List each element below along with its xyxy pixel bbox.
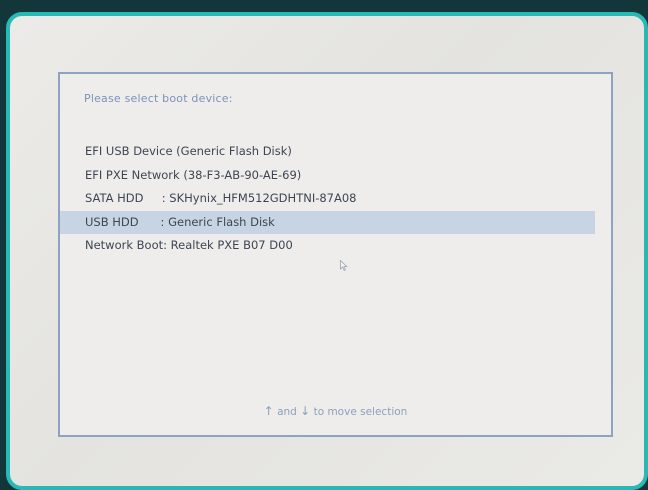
boot-option-sata-hdd[interactable]: SATA HDD : SKHynix_HFM512GDHTNI-87A08 bbox=[60, 187, 595, 211]
boot-device-dialog: Please select boot device: EFI USB Devic… bbox=[58, 72, 613, 437]
boot-option-efi-usb[interactable]: EFI USB Device (Generic Flash Disk) bbox=[60, 140, 595, 164]
boot-option-efi-pxe[interactable]: EFI PXE Network (38-F3-AB-90-AE-69) bbox=[60, 164, 595, 188]
navigation-hint: ↑ and ↓ to move selection bbox=[60, 404, 611, 418]
boot-option-usb-hdd[interactable]: USB HDD : Generic Flash Disk bbox=[60, 210, 595, 234]
hint-text: to move selection bbox=[313, 406, 408, 418]
boot-option-network-boot[interactable]: Network Boot: Realtek PXE B07 D00 bbox=[60, 234, 595, 258]
up-arrow-icon: ↑ bbox=[263, 404, 274, 418]
mouse-pointer-icon bbox=[340, 260, 348, 271]
boot-device-list: EFI USB Device (Generic Flash Disk) EFI … bbox=[60, 140, 611, 258]
boot-prompt: Please select boot device: bbox=[84, 92, 233, 105]
monitor-screen: Please select boot device: EFI USB Devic… bbox=[6, 12, 648, 490]
photo-frame: Please select boot device: EFI USB Devic… bbox=[0, 0, 648, 490]
hint-and: and bbox=[277, 406, 297, 418]
down-arrow-icon: ↓ bbox=[300, 404, 311, 418]
